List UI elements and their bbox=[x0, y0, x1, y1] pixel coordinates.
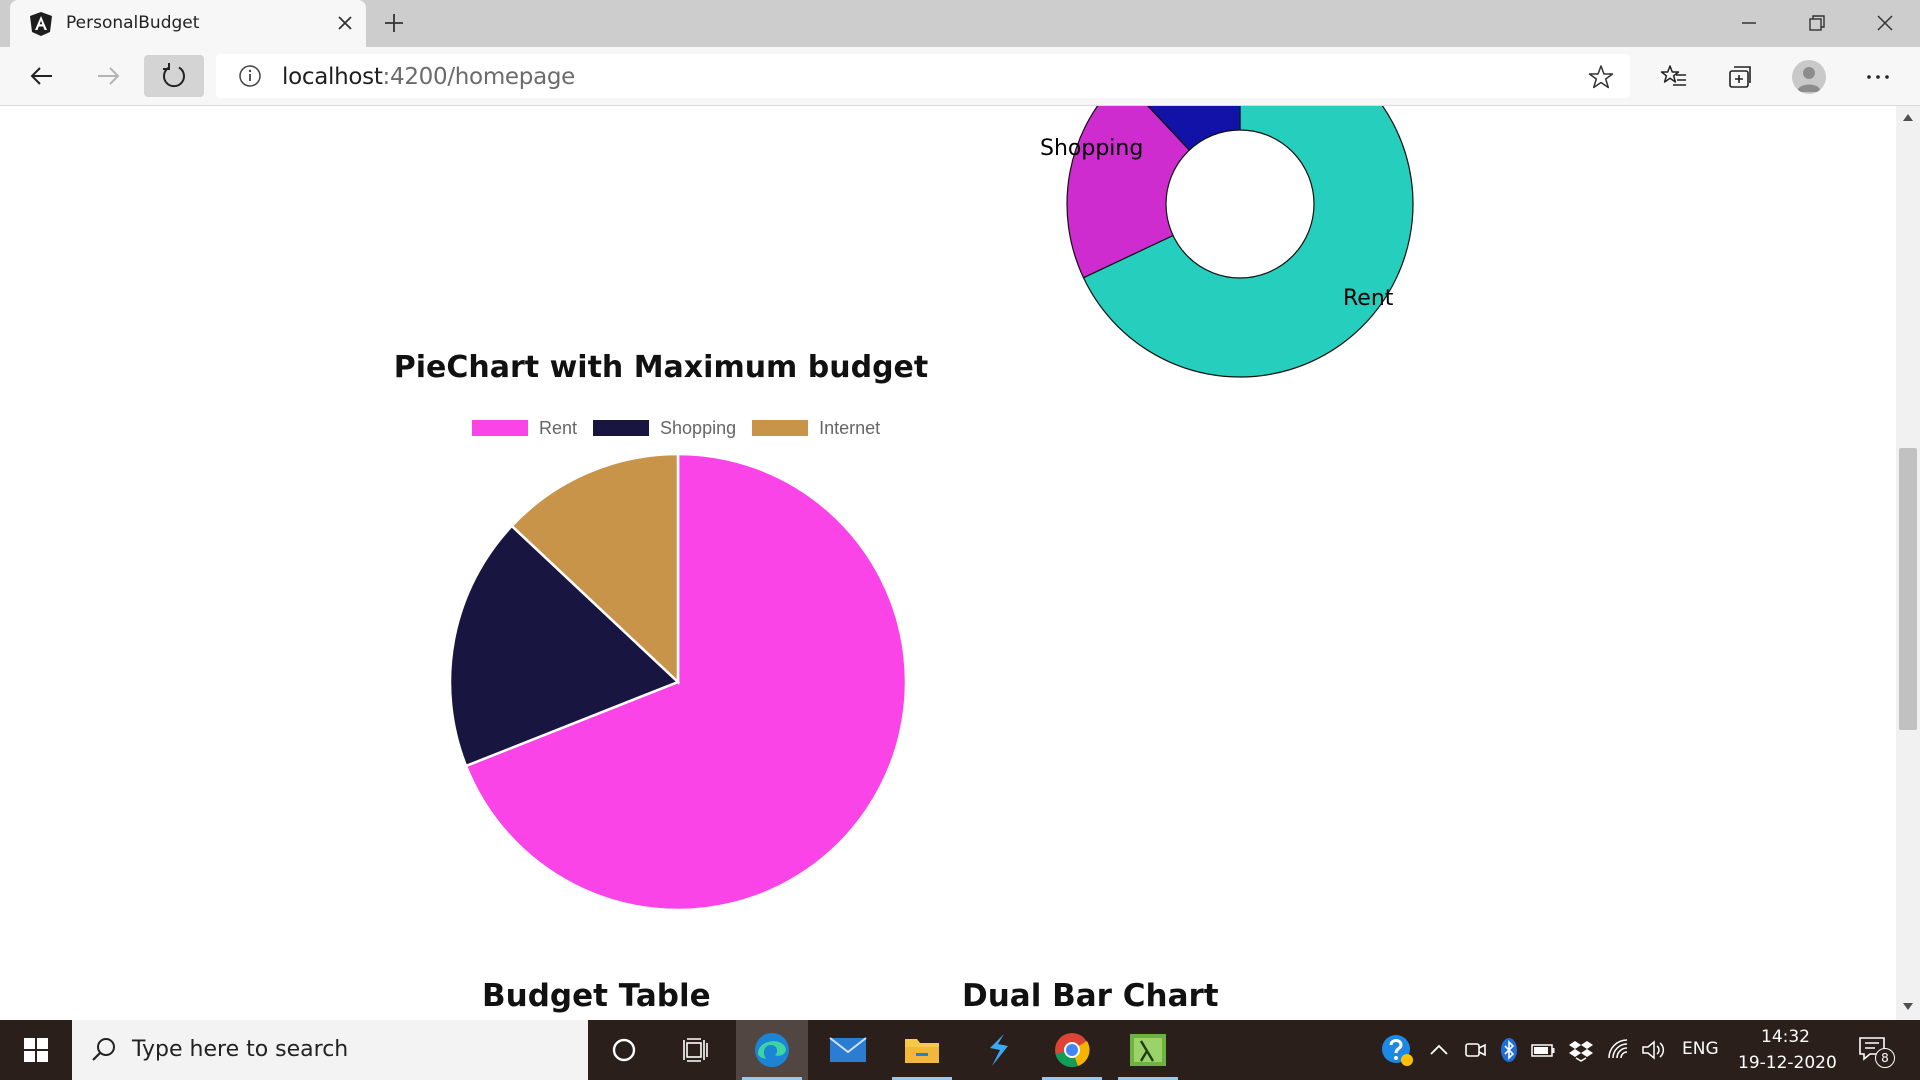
taskbar-edge[interactable] bbox=[736, 1020, 808, 1080]
meet-now-icon[interactable] bbox=[1462, 1037, 1488, 1063]
collections-icon[interactable] bbox=[1726, 63, 1754, 91]
donut-label-shopping: Shopping bbox=[1040, 136, 1144, 161]
restore-icon[interactable] bbox=[1804, 10, 1830, 36]
angular-logo-icon bbox=[30, 12, 52, 36]
battery-icon[interactable] bbox=[1530, 1037, 1556, 1063]
new-tab-icon[interactable] bbox=[382, 11, 406, 35]
legend-label-rent: Rent bbox=[539, 417, 578, 438]
search-icon bbox=[92, 1038, 115, 1061]
cortana-button[interactable] bbox=[588, 1020, 660, 1080]
favorites-icon[interactable] bbox=[1660, 63, 1688, 91]
browser-toolbar: localhost:4200/homepage bbox=[0, 47, 1920, 106]
help-icon bbox=[1382, 1035, 1413, 1066]
chevron-up-icon[interactable] bbox=[1426, 1037, 1452, 1063]
code-editor-icon bbox=[990, 1034, 1008, 1066]
scroll-down-icon[interactable] bbox=[1902, 1002, 1914, 1012]
cortana-icon bbox=[612, 1038, 636, 1062]
language-indicator[interactable]: ENG bbox=[1682, 1039, 1719, 1059]
taskbar-chrome[interactable] bbox=[1036, 1020, 1108, 1080]
more-options-icon[interactable] bbox=[1864, 63, 1892, 91]
notification-center-button[interactable]: 8 bbox=[1858, 1036, 1895, 1068]
close-window-icon[interactable] bbox=[1872, 10, 1898, 36]
profile-avatar[interactable] bbox=[1792, 60, 1826, 94]
donut-hole bbox=[1165, 129, 1315, 279]
pie-chart-title: PieChart with Maximum budget bbox=[393, 350, 929, 385]
legend-item-rent[interactable]: Rent bbox=[472, 418, 577, 439]
browser-tab-strip: PersonalBudget bbox=[0, 0, 1920, 47]
bluetooth-icon[interactable] bbox=[1496, 1037, 1522, 1063]
legend-item-shopping[interactable]: Shopping bbox=[593, 418, 736, 439]
help-button[interactable] bbox=[1380, 1033, 1414, 1067]
minimize-icon[interactable] bbox=[1736, 10, 1762, 36]
pie-legend: Rent Shopping Internet bbox=[472, 416, 896, 440]
close-tab-icon[interactable] bbox=[335, 13, 355, 33]
legend-label-internet: Internet bbox=[819, 417, 881, 438]
user-icon bbox=[1797, 67, 1821, 92]
legend-item-internet[interactable]: Internet bbox=[752, 418, 880, 439]
refresh-button[interactable] bbox=[144, 55, 204, 97]
page-content: Shopping Rent PieChart with Maximum budg… bbox=[0, 106, 1896, 1020]
mail-icon bbox=[829, 1037, 867, 1062]
info-icon[interactable] bbox=[238, 64, 262, 88]
tab-title: PersonalBudget bbox=[66, 13, 200, 33]
address-bar[interactable]: localhost:4200/homepage bbox=[216, 54, 1630, 98]
taskbar-file-explorer[interactable] bbox=[886, 1020, 958, 1080]
url-host: localhost bbox=[282, 64, 383, 90]
budget-table-heading: Budget Table bbox=[482, 978, 711, 1014]
windows-logo-icon bbox=[24, 1038, 48, 1062]
wifi-icon[interactable] bbox=[1606, 1037, 1632, 1063]
forward-arrow-icon bbox=[98, 67, 120, 85]
taskbar-mail[interactable] bbox=[812, 1020, 884, 1080]
legend-swatch-rent bbox=[472, 420, 528, 436]
pie-chart-svg bbox=[448, 452, 908, 912]
dropbox-icon[interactable] bbox=[1568, 1037, 1594, 1063]
legend-swatch-internet bbox=[752, 420, 809, 436]
refresh-icon bbox=[163, 63, 185, 88]
clock-date[interactable]: 19-12-2020 bbox=[1738, 1053, 1837, 1073]
lambda-app-icon bbox=[1130, 1034, 1166, 1066]
url-path: :4200/homepage bbox=[382, 64, 576, 90]
chrome-icon bbox=[1055, 1033, 1090, 1068]
page-scrollbar[interactable] bbox=[1896, 106, 1920, 1020]
task-view-icon bbox=[683, 1038, 708, 1062]
windows-taskbar: Type here to search ENG 14:32 19-12-2020… bbox=[0, 1020, 1920, 1080]
back-button[interactable] bbox=[22, 56, 62, 96]
legend-swatch-shopping bbox=[593, 420, 650, 436]
dual-bar-chart-heading: Dual Bar Chart bbox=[962, 978, 1219, 1014]
url-text[interactable]: localhost:4200/homepage bbox=[282, 64, 575, 90]
taskbar-search-box[interactable]: Type here to search bbox=[72, 1020, 588, 1080]
donut-chart: Shopping Rent bbox=[1040, 106, 1420, 381]
volume-icon[interactable] bbox=[1640, 1037, 1666, 1063]
donut-label-rent: Rent bbox=[1343, 286, 1394, 311]
taskbar-vscode[interactable] bbox=[962, 1020, 1034, 1080]
taskbar-lambda-app[interactable] bbox=[1112, 1020, 1184, 1080]
edge-browser-icon bbox=[755, 1033, 789, 1067]
pie-chart bbox=[448, 452, 908, 912]
back-arrow-icon bbox=[30, 67, 52, 85]
legend-label-shopping: Shopping bbox=[660, 417, 737, 438]
browser-tab[interactable]: PersonalBudget bbox=[10, 0, 366, 47]
folder-icon bbox=[905, 1039, 939, 1063]
start-button[interactable] bbox=[0, 1020, 72, 1080]
search-placeholder: Type here to search bbox=[132, 1037, 349, 1062]
scroll-thumb[interactable] bbox=[1899, 448, 1917, 730]
clock-time[interactable]: 14:32 bbox=[1761, 1027, 1810, 1047]
forward-button[interactable] bbox=[88, 56, 128, 96]
scroll-up-icon[interactable] bbox=[1902, 112, 1914, 122]
notification-badge: 8 bbox=[1875, 1048, 1895, 1068]
favorite-star-icon[interactable] bbox=[1588, 64, 1614, 90]
task-view-button[interactable] bbox=[660, 1020, 732, 1080]
